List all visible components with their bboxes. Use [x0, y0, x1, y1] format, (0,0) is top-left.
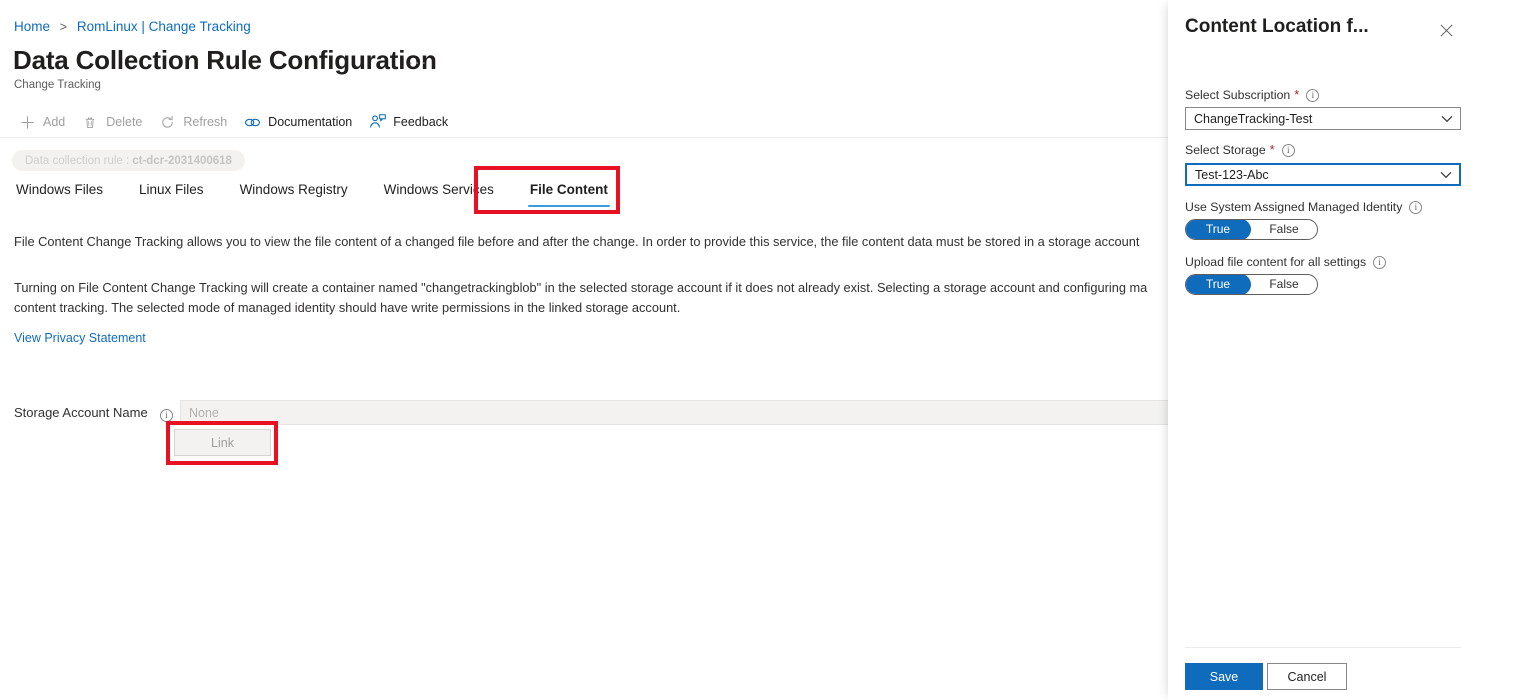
upload-all-settings-toggle-false[interactable]: False [1251, 275, 1317, 294]
select-storage-label-text: Select Storage [1185, 142, 1266, 157]
page-title: Data Collection Rule Configuration [13, 45, 437, 75]
panel-close-button[interactable] [1433, 20, 1459, 46]
upload-all-settings-label: Upload file content for all settings i [1185, 254, 1387, 269]
select-storage-dropdown[interactable]: Test-123-Abc [1185, 163, 1461, 186]
select-storage-info-icon[interactable]: i [1281, 142, 1295, 157]
tab-windows-registry-label: Windows Registry [239, 182, 348, 197]
panel-title: Content Location f... [1185, 16, 1369, 37]
select-subscription-info-icon[interactable]: i [1306, 87, 1320, 102]
feedback-icon [368, 113, 386, 131]
select-storage-label: Select Storage * i [1185, 142, 1295, 157]
managed-identity-toggle-true[interactable]: True [1186, 220, 1251, 239]
file-content-container-paragraph-line1: Turning on File Content Change Tracking … [14, 280, 1148, 295]
toolbar-add-button[interactable]: Add [12, 108, 75, 136]
tab-windows-registry[interactable]: Windows Registry [222, 181, 366, 207]
dcr-badge-prefix: Data collection rule : [25, 154, 130, 167]
managed-identity-label: Use System Assigned Managed Identity i [1185, 199, 1423, 214]
toolbar-refresh-label: Refresh [183, 115, 228, 129]
managed-identity-toggle[interactable]: True False [1185, 219, 1318, 240]
toolbar-delete-button[interactable]: Delete [75, 108, 152, 136]
toolbar-documentation-button[interactable]: Documentation [237, 108, 362, 136]
documentation-icon [243, 113, 261, 131]
chevron-down-icon [1441, 115, 1453, 123]
tab-file-content[interactable]: File Content [512, 181, 626, 207]
tab-windows-services-label: Windows Services [383, 182, 494, 197]
breadcrumb-separator: > [59, 20, 68, 34]
tab-file-content-label: File Content [529, 182, 608, 197]
file-content-container-paragraph-line2: content tracking. The selected mode of m… [14, 300, 681, 315]
upload-all-settings-toggle[interactable]: True False [1185, 274, 1318, 295]
tab-bar: Windows Files Linux Files Windows Regist… [12, 181, 626, 211]
chevron-down-icon [1440, 171, 1452, 179]
app-root: Home > RomLinux | Change Tracking Data C… [0, 0, 1525, 700]
select-subscription-label-text: Select Subscription [1185, 87, 1291, 102]
tab-linux-files-label: Linux Files [139, 182, 204, 197]
select-subscription-dropdown[interactable]: ChangeTracking-Test [1185, 107, 1461, 130]
select-storage-value: Test-123-Abc [1195, 167, 1269, 182]
main-content-area: Home > RomLinux | Change Tracking Data C… [0, 0, 1168, 700]
trash-icon [81, 113, 99, 131]
toolbar-documentation-label: Documentation [268, 115, 353, 129]
cancel-button[interactable]: Cancel [1267, 663, 1347, 690]
select-storage-required-marker: * [1269, 142, 1275, 157]
upload-all-settings-toggle-true[interactable]: True [1186, 275, 1251, 294]
dcr-badge-value: ct-dcr-2031400618 [132, 154, 232, 167]
select-subscription-required-marker: * [1294, 87, 1300, 102]
toolbar-refresh-button[interactable]: Refresh [152, 108, 237, 136]
toolbar-add-label: Add [43, 115, 66, 129]
managed-identity-info-icon[interactable]: i [1409, 199, 1423, 214]
command-toolbar: Add Delete Refresh Documentation Feedbac… [12, 108, 458, 136]
page-subtitle: Change Tracking [14, 79, 101, 91]
breadcrumb: Home > RomLinux | Change Tracking [14, 18, 251, 36]
select-subscription-label: Select Subscription * i [1185, 87, 1320, 102]
close-icon [1440, 24, 1453, 42]
page-more-options-button[interactable]: ··· [408, 54, 428, 71]
breadcrumb-current[interactable]: RomLinux | Change Tracking [77, 19, 251, 34]
tab-windows-services[interactable]: Windows Services [366, 181, 512, 207]
toolbar-feedback-label: Feedback [393, 115, 449, 129]
content-location-panel: Content Location f... Select Subscriptio… [1168, 0, 1525, 700]
storage-account-name-input[interactable]: None [180, 400, 1168, 425]
storage-account-name-label: Storage Account Name [14, 405, 148, 420]
tab-linux-files[interactable]: Linux Files [121, 181, 222, 207]
breadcrumb-home[interactable]: Home [14, 19, 50, 34]
toolbar-feedback-button[interactable]: Feedback [362, 108, 458, 136]
save-button[interactable]: Save [1185, 663, 1263, 690]
data-collection-rule-badge: Data collection rule : ct-dcr-2031400618 [12, 150, 245, 171]
select-subscription-value: ChangeTracking-Test [1194, 111, 1313, 126]
upload-all-settings-label-text: Upload file content for all settings [1185, 254, 1367, 269]
tab-active-underline [527, 204, 610, 207]
toolbar-divider [0, 137, 1168, 138]
panel-footer-divider [1185, 647, 1461, 648]
link-storage-account-button[interactable]: Link [174, 429, 271, 456]
file-content-description-paragraph: File Content Change Tracking allows you … [14, 234, 1140, 249]
tab-windows-files[interactable]: Windows Files [12, 181, 121, 207]
tab-windows-files-label: Windows Files [16, 182, 104, 197]
managed-identity-label-text: Use System Assigned Managed Identity [1185, 199, 1403, 214]
view-privacy-statement-link[interactable]: View Privacy Statement [14, 331, 146, 345]
plus-icon [18, 113, 36, 131]
toolbar-delete-label: Delete [106, 115, 143, 129]
storage-account-info-icon[interactable]: i [160, 405, 173, 423]
refresh-icon [158, 113, 176, 131]
managed-identity-toggle-false[interactable]: False [1251, 220, 1317, 239]
upload-all-settings-info-icon[interactable]: i [1373, 254, 1387, 269]
